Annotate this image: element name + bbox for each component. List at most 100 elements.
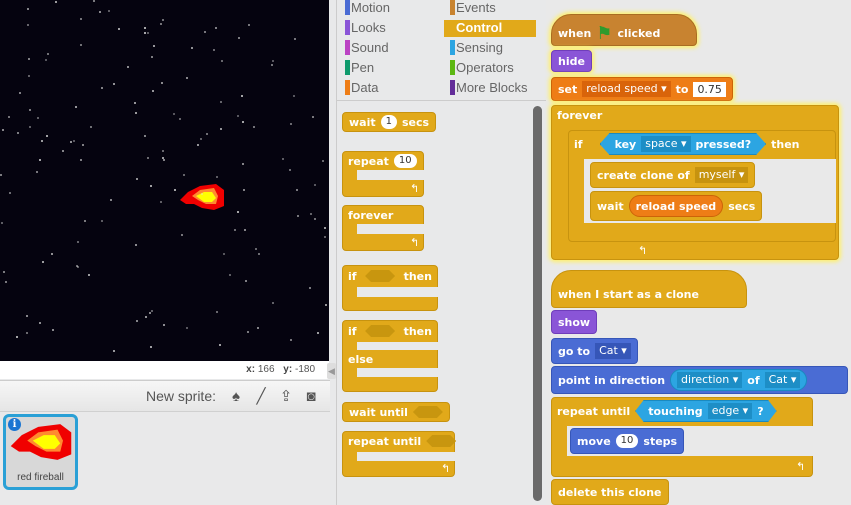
star — [294, 37, 297, 40]
attribute-of-reporter[interactable]: direction ▾ of Cat ▾ — [670, 369, 808, 391]
star — [312, 116, 315, 119]
when-start-as-clone-hat[interactable]: when I start as a clone — [551, 270, 747, 308]
star — [147, 157, 150, 160]
star — [290, 123, 293, 126]
category-sound[interactable]: Sound — [339, 40, 431, 57]
category-data[interactable]: Data — [339, 80, 431, 97]
star — [28, 109, 31, 112]
touching-sensor[interactable]: touching edge ▾? — [635, 400, 777, 422]
star — [206, 132, 209, 135]
value-input[interactable]: 0.75 — [693, 81, 726, 97]
create-clone-block[interactable]: create clone of myself ▾ — [590, 162, 756, 188]
star — [163, 324, 166, 327]
star — [50, 253, 53, 256]
category-color-swatch — [450, 20, 455, 35]
category-motion[interactable]: Motion — [339, 0, 431, 17]
star — [162, 150, 165, 153]
category-sensing[interactable]: Sensing — [444, 40, 536, 57]
star — [197, 143, 200, 146]
boolean-slot[interactable] — [365, 325, 396, 337]
loop-arrow-icon: ↰ — [410, 237, 420, 249]
category-operators[interactable]: Operators — [444, 60, 536, 77]
y-label: y: — [283, 364, 293, 375]
block-text: when — [558, 26, 592, 40]
loop-arrow-icon: ↰ — [441, 463, 451, 475]
go-to-block[interactable]: go to Cat ▾ — [551, 338, 638, 364]
category-label: Operators — [456, 60, 514, 75]
loop-arrow-icon: ↰ — [796, 461, 806, 473]
collapse-stage-arrow-icon[interactable]: ◀ — [327, 363, 336, 379]
star — [134, 243, 137, 246]
star — [219, 100, 222, 103]
touching-dropdown[interactable]: edge ▾ — [707, 403, 753, 419]
block-text: point in direction — [558, 373, 666, 387]
star — [219, 343, 222, 346]
category-color-swatch — [450, 0, 455, 15]
sprite-thumbnail[interactable]: i red fireball — [3, 414, 78, 490]
star — [186, 327, 189, 330]
category-control[interactable]: Control — [444, 20, 536, 37]
reload-speed-reporter[interactable]: reload speed — [628, 195, 724, 217]
boolean-slot[interactable] — [365, 270, 396, 282]
star — [241, 95, 244, 98]
object-dropdown[interactable]: Cat ▾ — [764, 372, 801, 388]
star — [257, 327, 260, 330]
clone-target-dropdown[interactable]: myself ▾ — [694, 167, 749, 183]
star — [135, 178, 138, 181]
sprite-library-icon[interactable]: ♠ — [227, 388, 245, 405]
star — [88, 274, 91, 277]
key-pressed-sensor[interactable]: key space ▾ pressed? — [599, 133, 767, 155]
star — [5, 281, 8, 284]
y-value: -180 — [294, 364, 315, 375]
stage[interactable] — [0, 0, 329, 361]
category-color-swatch — [450, 80, 455, 95]
boolean-slot[interactable] — [426, 435, 457, 447]
variable-dropdown[interactable]: reload speed ▾ — [582, 81, 671, 97]
block-text: to — [675, 82, 689, 96]
star — [90, 126, 93, 129]
number-input[interactable]: 1 — [380, 115, 397, 129]
number-input[interactable]: 10 — [393, 154, 417, 168]
category-pen[interactable]: Pen — [339, 60, 431, 77]
block-palette: Motion Looks Sound Pen Data Events Control Sens… — [336, 0, 546, 505]
star — [39, 321, 42, 324]
upload-icon[interactable]: ⇪ — [277, 387, 295, 405]
delete-this-clone-block[interactable]: delete this clone — [551, 479, 669, 505]
set-variable-block[interactable]: set reload speed ▾ to 0.75 — [551, 77, 733, 101]
hide-block[interactable]: hide — [551, 50, 592, 72]
star — [79, 18, 82, 21]
star — [150, 184, 153, 187]
star — [241, 120, 244, 123]
show-block[interactable]: show — [551, 310, 598, 334]
boolean-slot[interactable] — [412, 406, 443, 418]
palette-wait-until-block[interactable]: wait until — [342, 402, 450, 422]
go-to-target-dropdown[interactable]: Cat ▾ — [595, 343, 631, 359]
key-dropdown[interactable]: space ▾ — [641, 136, 691, 152]
category-looks[interactable]: Looks — [339, 20, 431, 37]
category-more-blocks[interactable]: More Blocks — [444, 80, 536, 97]
wait-block[interactable]: wait reload speed secs — [590, 191, 763, 221]
star — [101, 86, 103, 89]
star — [293, 94, 296, 97]
star — [221, 60, 224, 63]
star — [27, 24, 30, 27]
star — [113, 349, 116, 352]
if-label: if key space ▾ pressed? then — [568, 131, 806, 157]
block-text: then — [403, 269, 432, 283]
category-events[interactable]: Events — [444, 0, 536, 17]
palette-scrollbar[interactable] — [533, 106, 542, 501]
camera-icon[interactable]: ◙ — [302, 388, 320, 405]
block-text: secs — [728, 199, 756, 213]
paint-brush-icon[interactable]: ╱ — [252, 387, 270, 405]
when-flag-clicked-hat[interactable]: when ⚑ clicked — [551, 14, 697, 46]
attribute-dropdown[interactable]: direction ▾ — [677, 372, 743, 388]
block-text: set — [558, 82, 578, 96]
star — [204, 30, 207, 33]
star — [136, 320, 139, 323]
palette-wait-block[interactable]: wait 1 secs — [342, 112, 437, 132]
point-in-direction-block[interactable]: point in direction direction ▾ of Cat ▾ — [551, 366, 848, 394]
move-steps-block[interactable]: move 10 steps — [570, 428, 685, 454]
fireball-thumbnail-image — [10, 424, 72, 460]
red-fireball-sprite[interactable] — [178, 182, 226, 212]
steps-input[interactable]: 10 — [615, 434, 639, 448]
